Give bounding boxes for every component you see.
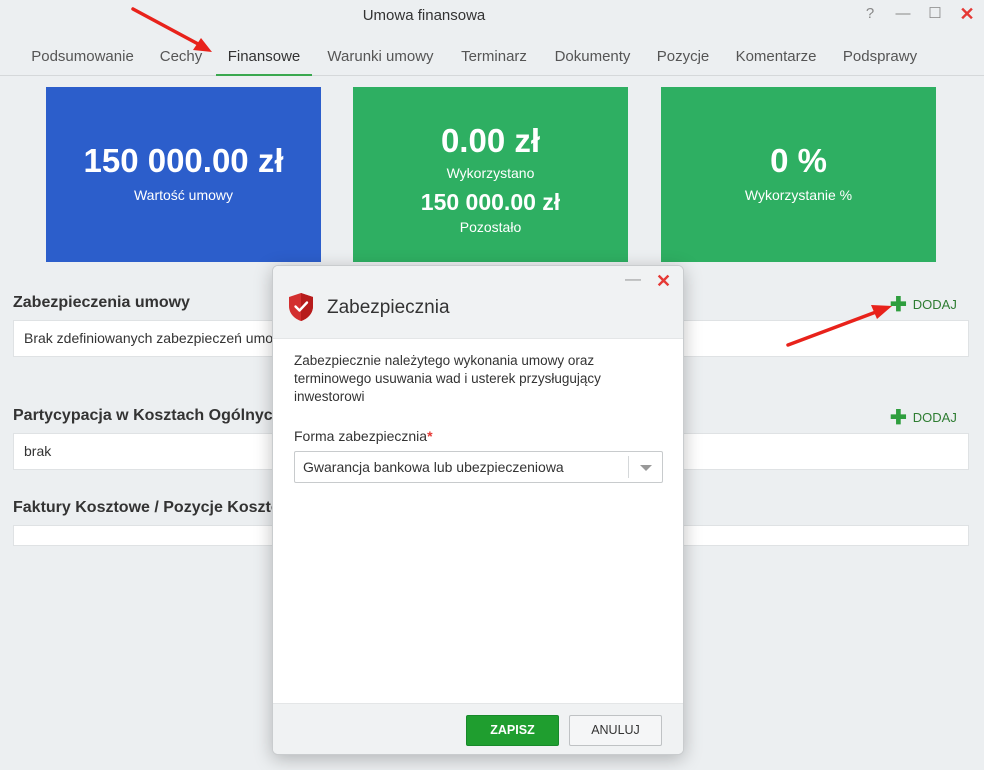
used-value: 0.00 zł — [440, 122, 541, 159]
dialog-header: Zabezpiecznia — ✕ — [273, 266, 683, 339]
tab-pozycje[interactable]: Pozycje — [648, 40, 718, 76]
usage-percent: 0 % — [770, 142, 827, 179]
window-title: Umowa finansowa — [362, 7, 486, 24]
tab-finansowe[interactable]: Finansowe — [216, 40, 312, 76]
cancel-button[interactable]: ANULUJ — [569, 715, 662, 746]
contract-value: 150 000.00 zł — [83, 142, 284, 179]
contract-value-label: Wartość umowy — [133, 187, 234, 203]
form-label: Forma zabezpiecznia* — [294, 428, 433, 444]
dialog-title: Zabezpiecznia — [327, 297, 450, 318]
tab-warunki-umowy[interactable]: Warunki umowy — [318, 40, 443, 76]
tab-bar: Podsumowanie Cechy Finansowe Warunki umo… — [0, 40, 984, 76]
tab-podsprawy[interactable]: Podsprawy — [834, 40, 926, 76]
save-button[interactable]: ZAPISZ — [466, 715, 559, 746]
required-mark: * — [427, 428, 433, 444]
close-button[interactable]: ✕ — [956, 3, 978, 25]
dialog-footer: ZAPISZ ANULUJ — [273, 703, 683, 754]
form-label-text: Forma zabezpiecznia — [294, 428, 428, 444]
used-tile: 0.00 zł Wykorzystano 150 000.00 zł Pozos… — [353, 87, 628, 262]
cost-participation-title: Partycypacja w Kosztach Ogólnych — [13, 407, 283, 424]
plus-icon: ✚ — [890, 294, 907, 316]
securities-title: Zabezpieczenia umowy — [13, 294, 190, 311]
tab-dokumenty[interactable]: Dokumenty — [545, 40, 640, 76]
select-divider — [628, 456, 629, 478]
tab-terminarz[interactable]: Terminarz — [451, 40, 537, 76]
invoices-title: Faktury Kosztowe / Pozycje Kosztow — [13, 499, 294, 516]
add-security-button[interactable]: ✚ DODAJ — [890, 292, 957, 317]
maximize-button[interactable]: ☐ — [924, 3, 946, 25]
help-button[interactable]: ? — [859, 3, 881, 25]
dialog-close-button[interactable]: ✕ — [656, 271, 671, 292]
security-dialog: Zabezpiecznia — ✕ Zabezpiecznie należyte… — [272, 265, 684, 755]
remaining-value: 150 000.00 zł — [420, 189, 561, 215]
add-cost-participation-button[interactable]: ✚ DODAJ — [890, 405, 957, 430]
shield-check-icon — [289, 293, 313, 321]
remaining-label: Pozostało — [459, 219, 522, 235]
dialog-description: Zabezpiecznie należytego wykonania umowy… — [294, 353, 601, 404]
tab-cechy[interactable]: Cechy — [152, 40, 210, 76]
usage-percent-tile: 0 % Wykorzystanie % — [661, 87, 936, 262]
contract-value-tile: 150 000.00 zł Wartość umowy — [46, 87, 321, 262]
tab-komentarze[interactable]: Komentarze — [726, 40, 826, 76]
minimize-button[interactable]: — — [892, 3, 914, 25]
chevron-down-icon[interactable] — [640, 465, 652, 471]
plus-icon: ✚ — [890, 407, 907, 429]
used-label: Wykorzystano — [446, 165, 535, 181]
title-bar: Umowa finansowa ? — ☐ ✕ — [0, 0, 984, 32]
add-security-label: DODAJ — [912, 297, 957, 312]
security-form-value: Gwarancja bankowa lub ubezpieczeniowa — [303, 459, 564, 475]
dialog-minimize-button[interactable]: — — [625, 271, 641, 289]
security-form-select[interactable]: Gwarancja bankowa lub ubezpieczeniowa — [294, 451, 663, 483]
add-cost-participation-label: DODAJ — [912, 410, 957, 425]
usage-percent-label: Wykorzystanie % — [744, 187, 853, 203]
tab-podsumowanie[interactable]: Podsumowanie — [20, 40, 145, 76]
